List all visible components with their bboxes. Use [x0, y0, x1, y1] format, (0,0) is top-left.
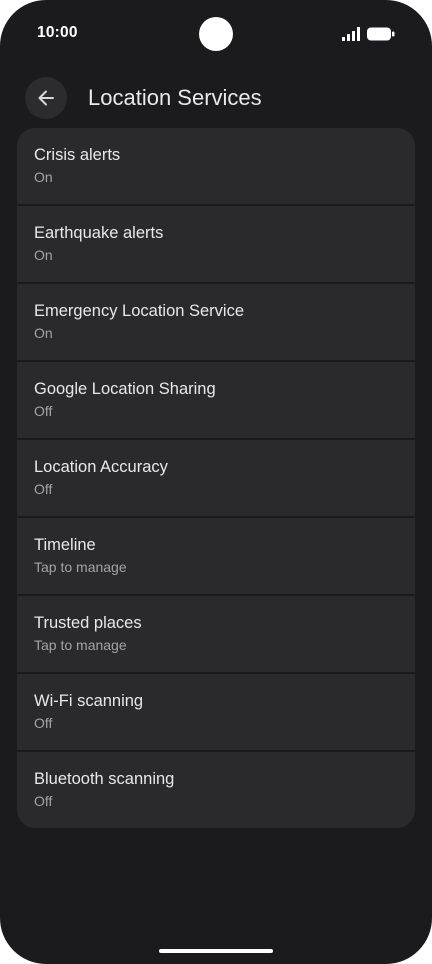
page-title: Location Services — [88, 85, 262, 110]
status-bar: 10:00 — [0, 0, 432, 64]
settings-list: Crisis alerts On Earthquake alerts On Em… — [17, 128, 415, 828]
setting-timeline[interactable]: Timeline Tap to manage — [17, 518, 415, 594]
setting-status: On — [34, 169, 53, 185]
setting-status: On — [34, 325, 53, 341]
setting-title: Location Accuracy — [34, 458, 168, 476]
home-indicator[interactable] — [159, 949, 273, 953]
setting-title: Crisis alerts — [34, 146, 121, 164]
app-bar: Location Services — [0, 72, 432, 124]
front-camera — [199, 17, 233, 51]
setting-title: Trusted places — [34, 614, 142, 632]
battery-icon — [367, 27, 395, 41]
setting-trusted-places[interactable]: Trusted places Tap to manage — [17, 596, 415, 672]
cellular-signal-icon — [342, 27, 360, 41]
setting-title: Emergency Location Service — [34, 302, 245, 320]
setting-status: Tap to manage — [34, 637, 127, 653]
setting-title: Earthquake alerts — [34, 224, 164, 242]
setting-wifi-scanning[interactable]: Wi-Fi scanning Off — [17, 674, 415, 750]
setting-title: Bluetooth scanning — [34, 770, 175, 788]
back-button[interactable] — [25, 77, 67, 119]
setting-status: Off — [34, 715, 53, 731]
setting-title: Wi-Fi scanning — [34, 692, 144, 710]
setting-status: Off — [34, 793, 53, 809]
setting-bluetooth-scanning[interactable]: Bluetooth scanning Off — [17, 752, 415, 828]
setting-google-location-sharing[interactable]: Google Location Sharing Off — [17, 362, 415, 438]
setting-status: Off — [34, 481, 53, 497]
setting-status: Off — [34, 403, 53, 419]
setting-earthquake-alerts[interactable]: Earthquake alerts On — [17, 206, 415, 282]
phone-screen: 10:00 Location Services Crisis alerts On… — [0, 0, 432, 964]
setting-emergency-location-service[interactable]: Emergency Location Service On — [17, 284, 415, 360]
setting-title: Timeline — [34, 536, 96, 554]
arrow-back-icon — [38, 90, 54, 106]
setting-crisis-alerts[interactable]: Crisis alerts On — [17, 128, 415, 204]
setting-title: Google Location Sharing — [34, 380, 216, 398]
status-time: 10:00 — [37, 24, 78, 41]
setting-status: Tap to manage — [34, 559, 127, 575]
setting-status: On — [34, 247, 53, 263]
setting-location-accuracy[interactable]: Location Accuracy Off — [17, 440, 415, 516]
